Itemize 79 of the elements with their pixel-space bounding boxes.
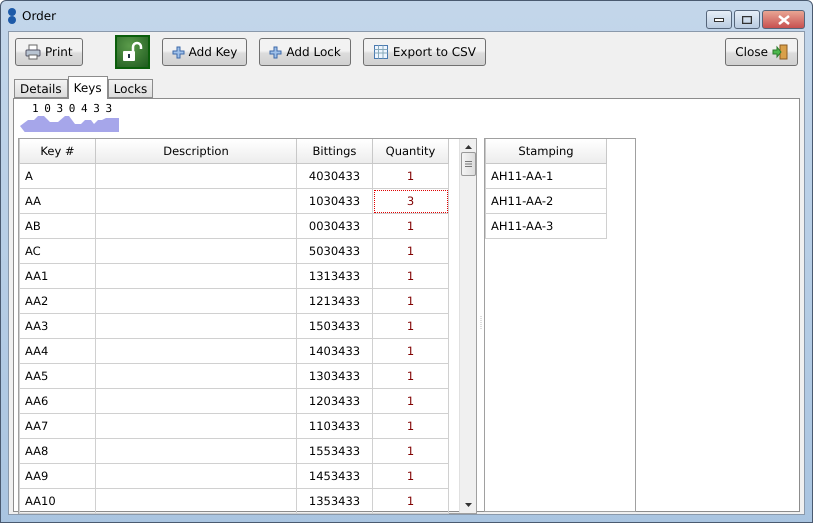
table-cell: AA7 <box>20 414 96 438</box>
table-cell: AC <box>20 238 96 264</box>
plus-icon <box>172 46 185 58</box>
table-cell: 1453433 <box>296 464 372 488</box>
table-cell: 1213433 <box>296 288 372 314</box>
export-csv-button[interactable]: Export to CSV <box>362 38 486 66</box>
table-cell[interactable]: 1 <box>372 338 448 364</box>
table-cell: AA9 <box>20 464 96 488</box>
add-lock-button[interactable]: Add Lock <box>259 38 351 66</box>
table-cell: AA4 <box>20 338 96 364</box>
close-window-button[interactable] <box>762 10 805 29</box>
table-cell: 1353433 <box>296 488 372 514</box>
table-cell[interactable]: 1 <box>372 364 448 388</box>
tab[interactable]: Keys <box>68 76 108 99</box>
close-button[interactable]: Close <box>725 38 798 66</box>
table-cell: 0030433 <box>296 214 372 238</box>
minimize-icon <box>714 18 724 22</box>
table-cell[interactable]: 1 <box>372 264 448 288</box>
table-cell: 1313433 <box>296 264 372 288</box>
table-cell: 1103433 <box>296 414 372 438</box>
open-padlock-icon <box>121 41 144 63</box>
scroll-thumb[interactable] <box>460 152 476 176</box>
close-icon <box>778 14 790 24</box>
maximize-icon <box>742 16 752 24</box>
table-cell: AA10 <box>20 488 96 514</box>
table-cell: AH11-AA-2 <box>486 188 606 214</box>
printer-icon <box>25 44 41 60</box>
table-cell: AA2 <box>20 288 96 314</box>
table-cell[interactable]: 1 <box>372 488 448 514</box>
table-cell: AA <box>20 188 96 214</box>
table-cell[interactable]: 1 <box>372 214 448 238</box>
table-cell: 1030433 <box>296 188 372 214</box>
table-cell: AA8 <box>20 438 96 464</box>
print-button[interactable]: Print <box>15 38 83 66</box>
app-icon <box>8 8 16 24</box>
column-header[interactable]: Stamping <box>486 139 606 164</box>
table-cell: 1403433 <box>296 338 372 364</box>
table-cell: AA5 <box>20 364 96 388</box>
scroll-down-icon <box>464 503 472 507</box>
tab[interactable]: Details <box>14 79 68 98</box>
minimize-button[interactable] <box>706 10 732 29</box>
table-cell[interactable]: 1 <box>372 288 448 314</box>
table-cell[interactable]: 1 <box>372 164 448 188</box>
plus-icon <box>269 46 282 58</box>
key-bitting-code: 1 0 3 0 4 3 3 <box>32 102 113 115</box>
table-cell[interactable]: 1 <box>372 414 448 438</box>
lock-toggle-button[interactable] <box>114 35 150 69</box>
door-exit-icon <box>772 44 788 60</box>
window-title: Order <box>22 9 56 23</box>
column-header[interactable]: Quantity <box>372 139 448 164</box>
maximize-button[interactable] <box>734 10 760 29</box>
table-cell: 1303433 <box>296 364 372 388</box>
tab[interactable]: Locks <box>108 79 154 98</box>
table-cell: AA1 <box>20 264 96 288</box>
add-key-button[interactable]: Add Key <box>162 38 248 66</box>
table-cell: AH11-AA-3 <box>486 214 606 238</box>
table-cell: AA6 <box>20 388 96 414</box>
table-cell[interactable]: 1 <box>372 238 448 264</box>
table-cell[interactable]: 1 <box>372 314 448 338</box>
table-cell: 1503433 <box>296 314 372 338</box>
column-header[interactable]: Bittings <box>296 139 372 164</box>
table-cell: 4030433 <box>296 164 372 188</box>
column-header[interactable]: Description <box>96 139 296 164</box>
table-cell: AH11-AA-1 <box>486 164 606 188</box>
table-cell: 1553433 <box>296 438 372 464</box>
table-cell: AA3 <box>20 314 96 338</box>
table-cell: 1203433 <box>296 388 372 414</box>
table-cell[interactable]: 1 <box>372 464 448 488</box>
table-cell[interactable]: 1 <box>372 388 448 414</box>
table-cell: 5030433 <box>296 238 372 264</box>
grip-icon <box>464 161 472 167</box>
table-cell[interactable]: 3 <box>372 188 448 214</box>
table-cell: A <box>20 164 96 188</box>
column-header[interactable]: Key # <box>20 139 96 164</box>
scrollbar[interactable] <box>459 139 476 513</box>
table-cell: AB <box>20 214 96 238</box>
scroll-up-icon <box>464 145 472 149</box>
spreadsheet-icon <box>372 44 389 60</box>
table-cell[interactable]: 1 <box>372 438 448 464</box>
